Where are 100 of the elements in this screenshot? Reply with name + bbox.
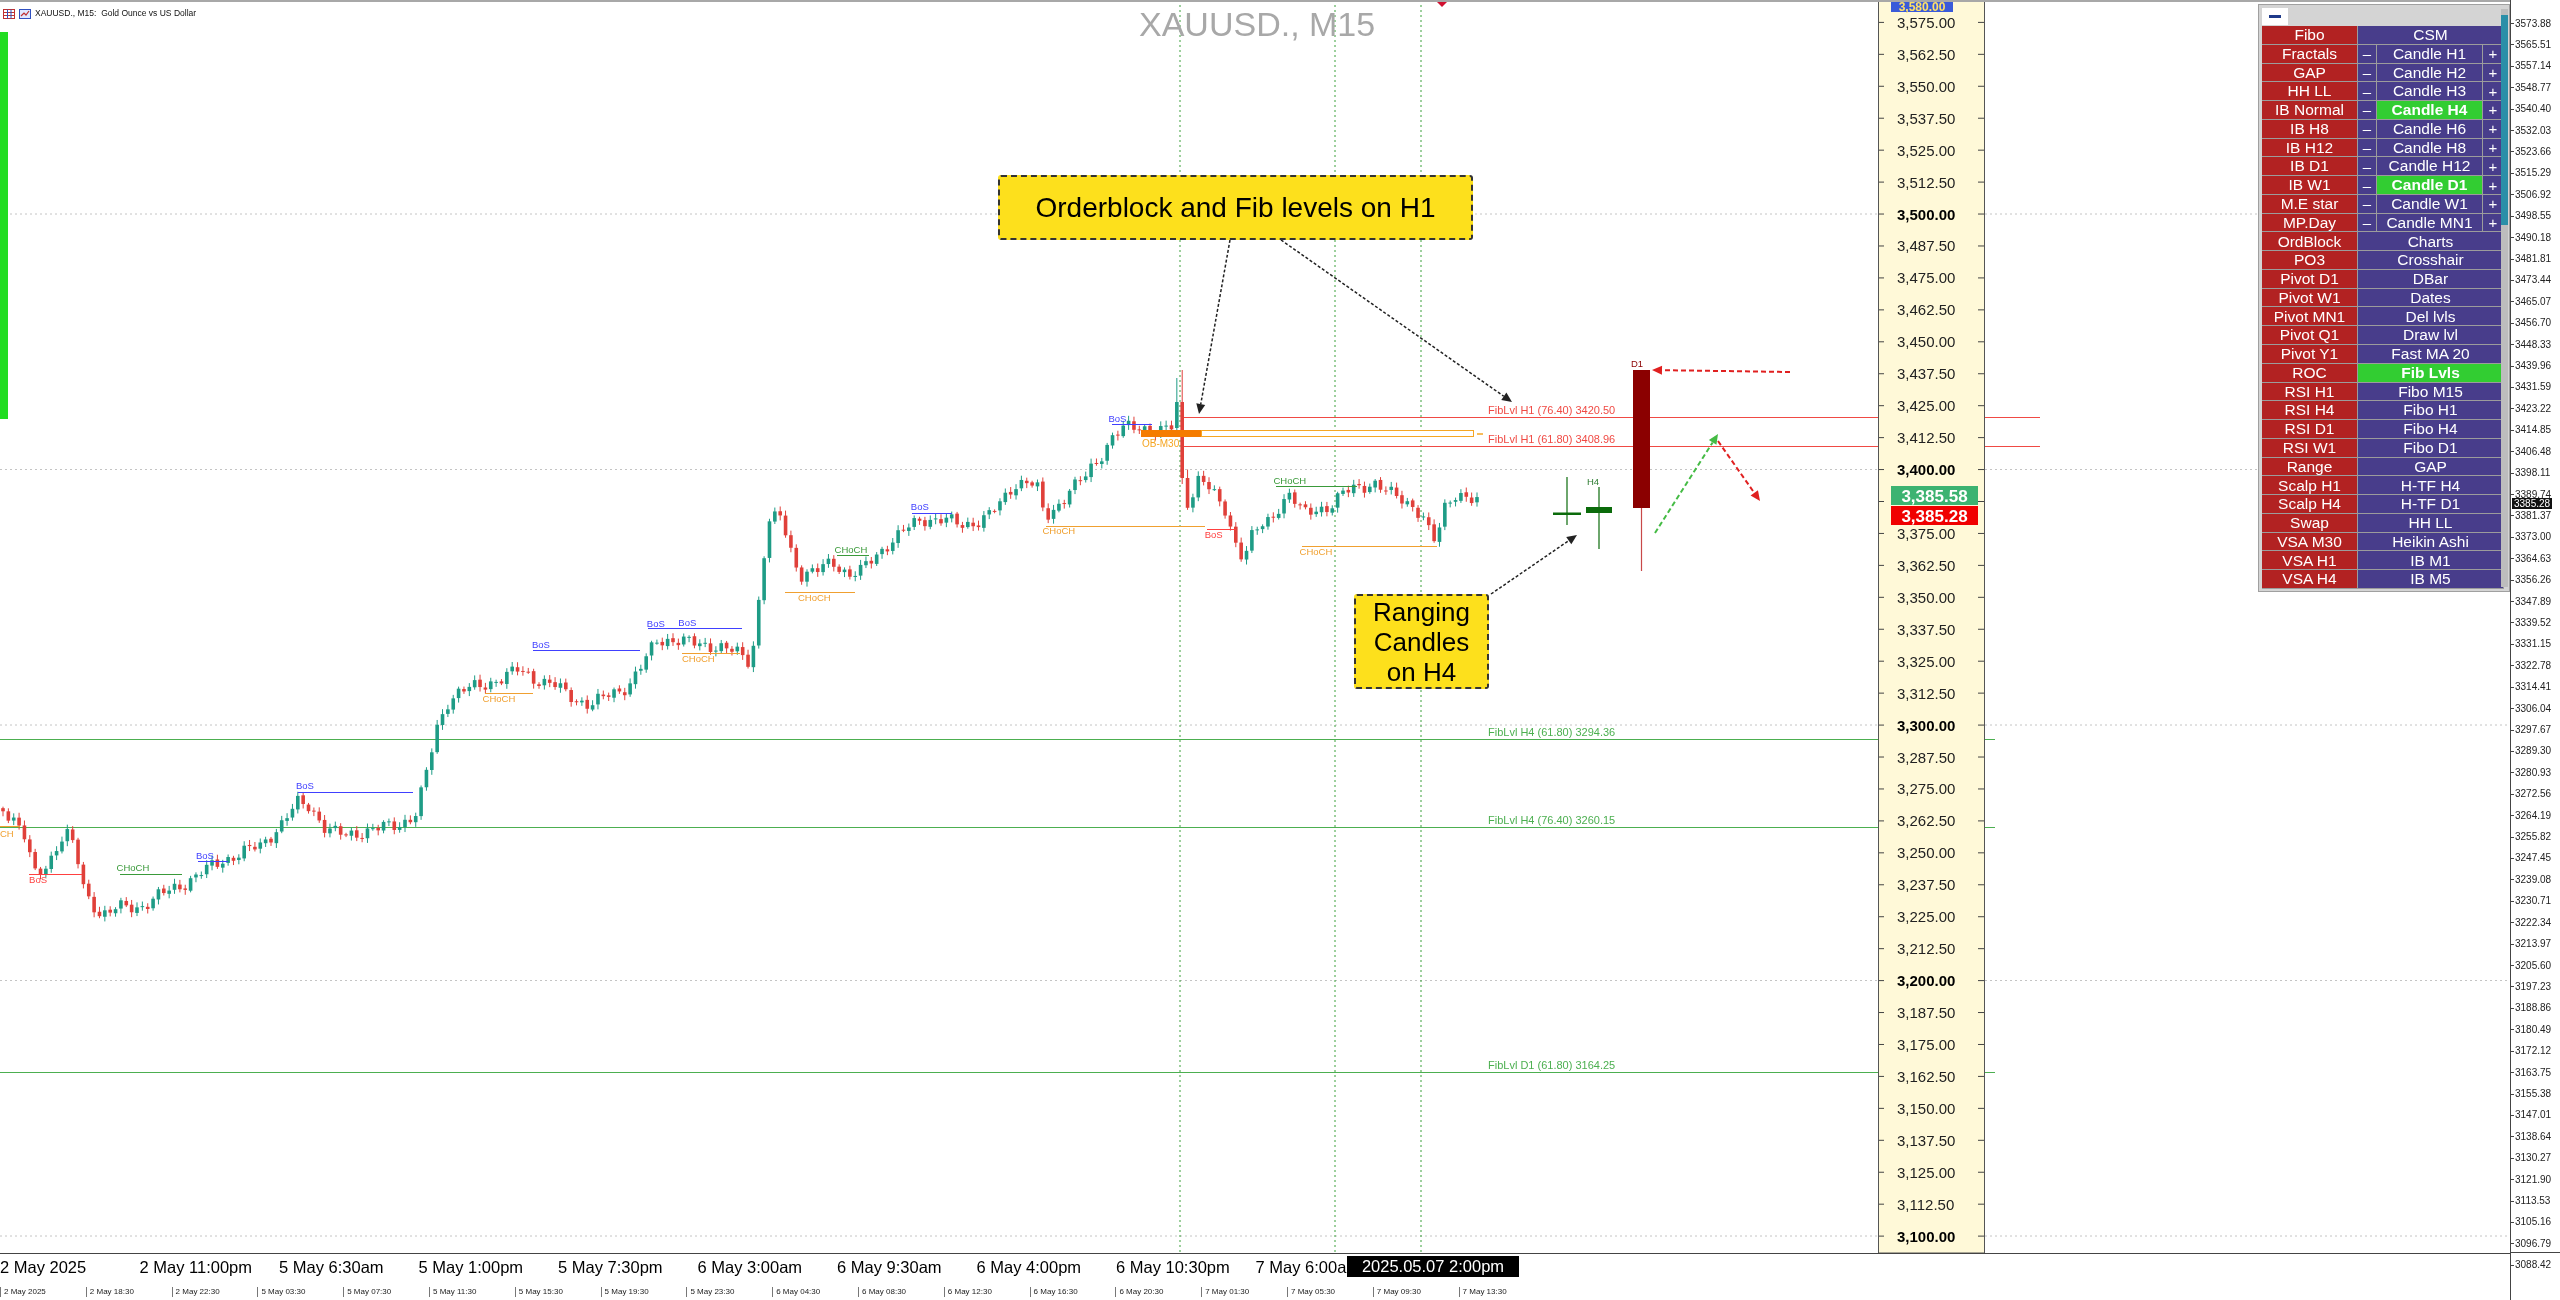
price-label: 3,425.00 [1897, 397, 1956, 415]
axis-price-label: 3255.82 [2515, 831, 2552, 843]
axis-price-label: 3406.48 [2515, 445, 2552, 457]
minor-time-label: 7 May 13:30 [1458, 1287, 1507, 1297]
axis-price-label: 3247.45 [2515, 852, 2552, 864]
time-label: 5 May 7:30pm [558, 1257, 663, 1277]
panel-button[interactable]: Fibo [2262, 26, 2358, 45]
structure-label: BoS [1108, 413, 1127, 425]
axis-price-label: 3356.26 [2515, 574, 2552, 586]
panel-button[interactable]: Fibo H4 [2358, 420, 2504, 439]
price-label: 3,225.00 [1897, 908, 1956, 926]
axis-price-label: 3222.34 [2515, 916, 2552, 928]
structure-label: CHoCH [834, 544, 868, 556]
price-label: 3,312.50 [1897, 684, 1956, 702]
axis-price-label: 3205.60 [2515, 959, 2552, 971]
price-label: 3,487.50 [1897, 237, 1956, 255]
panel-button[interactable]: Pivot Y1 [2262, 345, 2358, 364]
price-label: 3,212.50 [1897, 940, 1956, 958]
axis-price-label: 3398.11 [2515, 467, 2551, 479]
panel-button[interactable]: Pivot MN1 [2262, 307, 2358, 327]
panel-button[interactable]: Candle H12 [2377, 157, 2483, 177]
axis-price-label: 3565.51 [2515, 38, 2552, 50]
scrollbar-thumb[interactable] [2501, 15, 2508, 225]
axis-price-label: 3147.01 [2515, 1109, 2552, 1121]
price-label: 3,550.00 [1897, 77, 1956, 95]
price-label: 3,100.00 [1897, 1227, 1956, 1245]
structure-label: BoS [195, 850, 214, 862]
panel-button[interactable]: IB W1 [2262, 176, 2358, 195]
panel-button[interactable]: H-TF H4 [2358, 476, 2504, 496]
axis-price-label: 3557.14 [2515, 60, 2552, 72]
panel-button[interactable]: RSI D1 [2262, 420, 2358, 439]
time-label: 2 May 2025 [0, 1257, 87, 1277]
decrease-button[interactable]: – [2358, 176, 2377, 195]
panel-button[interactable]: Scalp H1 [2262, 476, 2358, 496]
axis-price-label: 3230.71 [2515, 895, 2552, 907]
axis-price-label: 3272.56 [2515, 788, 2552, 800]
panel-button[interactable]: Charts [2358, 232, 2504, 252]
price-label: 3,375.00 [1897, 524, 1956, 542]
price-label: 3,412.50 [1897, 429, 1956, 447]
panel-button[interactable]: Pivot Q1 [2262, 326, 2358, 345]
panel-button[interactable]: Candle H3 [2377, 82, 2483, 102]
panel-button[interactable]: RSI H4 [2262, 401, 2358, 421]
axis-price-label: 3188.86 [2515, 1002, 2552, 1014]
axis-price-label: 3414.85 [2515, 424, 2552, 436]
panel-button[interactable]: HH LL [2262, 82, 2358, 102]
minor-time-label: 5 May 07:30 [343, 1287, 392, 1297]
axis-price-label: 3389.74 [2515, 488, 2552, 500]
panel-button[interactable]: Del lvls [2358, 307, 2504, 327]
price-label: 3,137.50 [1897, 1131, 1956, 1149]
panel-button[interactable]: VSA H1 [2262, 551, 2358, 571]
panel-button[interactable]: CSM [2358, 26, 2504, 45]
panel-button[interactable]: Crosshair [2358, 251, 2504, 270]
panel-button[interactable]: Draw lvl [2358, 326, 2504, 345]
panel-button[interactable]: IB Normal [2262, 101, 2358, 120]
axis-price-label: 3130.27 [2515, 1152, 2552, 1164]
structure-label: CHoCH [681, 653, 715, 665]
panel-button[interactable]: IB M5 [2358, 570, 2504, 589]
decrease-button[interactable]: – [2358, 157, 2377, 177]
time-label: 6 May 9:30am [837, 1257, 942, 1277]
structure-label: BoS [646, 617, 665, 629]
time-label: 5 May 1:00pm [418, 1257, 524, 1277]
panel-button[interactable]: Fast MA 20 [2358, 345, 2504, 364]
axis-price-label: 3465.07 [2515, 295, 2552, 307]
axis-price-label: 3213.97 [2515, 938, 2552, 950]
price-label: 3,475.00 [1897, 269, 1956, 287]
minor-time-label: 6 May 12:30 [943, 1287, 992, 1297]
panel-button[interactable]: VSA H4 [2262, 570, 2358, 589]
structure-label: CHoCH [116, 862, 150, 874]
current-price-tag: 3385.28 [2512, 497, 2553, 509]
scrollbar[interactable] [2501, 9, 2508, 587]
decrease-button[interactable]: – [2358, 101, 2377, 120]
axis-price-label: 3523.66 [2515, 145, 2552, 157]
fib-level-label: FibLvl H4 (76.40) 3260.15 [1488, 814, 1616, 826]
h4-candle [1553, 476, 1581, 526]
panel-button[interactable]: H-TF D1 [2358, 495, 2504, 514]
h4-label: H4 [1586, 475, 1600, 487]
price-tag: 3,385.28 [1891, 506, 1978, 526]
minor-time-label: 2 May 2025 [0, 1287, 46, 1297]
time-label: 2 May 11:00pm [139, 1257, 252, 1277]
orderblock-label: OB-M30 [1142, 437, 1180, 449]
panel-button[interactable]: OrdBlock [2262, 232, 2358, 252]
structure-label: CHoCH [798, 591, 831, 603]
panel-button[interactable]: Fibo H1 [2358, 401, 2504, 421]
axis-price-label: 3456.70 [2515, 317, 2552, 329]
panel-button[interactable]: IB M1 [2358, 551, 2504, 571]
minimize-button[interactable] [2262, 8, 2288, 25]
triangle-marker-icon [1437, 2, 1447, 7]
structure-label: CHoCH [1299, 545, 1333, 557]
panel-button[interactable]: IB D1 [2262, 157, 2358, 177]
price-label: 3,150.00 [1897, 1099, 1956, 1117]
callout-note: Ranging Candles on H4 [1354, 594, 1489, 689]
axis-price-label: 3280.93 [2515, 766, 2552, 778]
axis-price-label: 3347.89 [2515, 595, 2552, 607]
axis-price-label: 3532.03 [2515, 124, 2552, 136]
panel-button[interactable]: PO3 [2262, 251, 2358, 270]
structure-label: CHoCH [1273, 474, 1307, 486]
minor-time-label: 6 May 16:30 [1029, 1287, 1078, 1297]
axis-price-label: 3506.92 [2515, 188, 2552, 200]
decrease-button[interactable]: – [2358, 82, 2377, 102]
panel-button[interactable]: Scalp H4 [2262, 495, 2358, 514]
